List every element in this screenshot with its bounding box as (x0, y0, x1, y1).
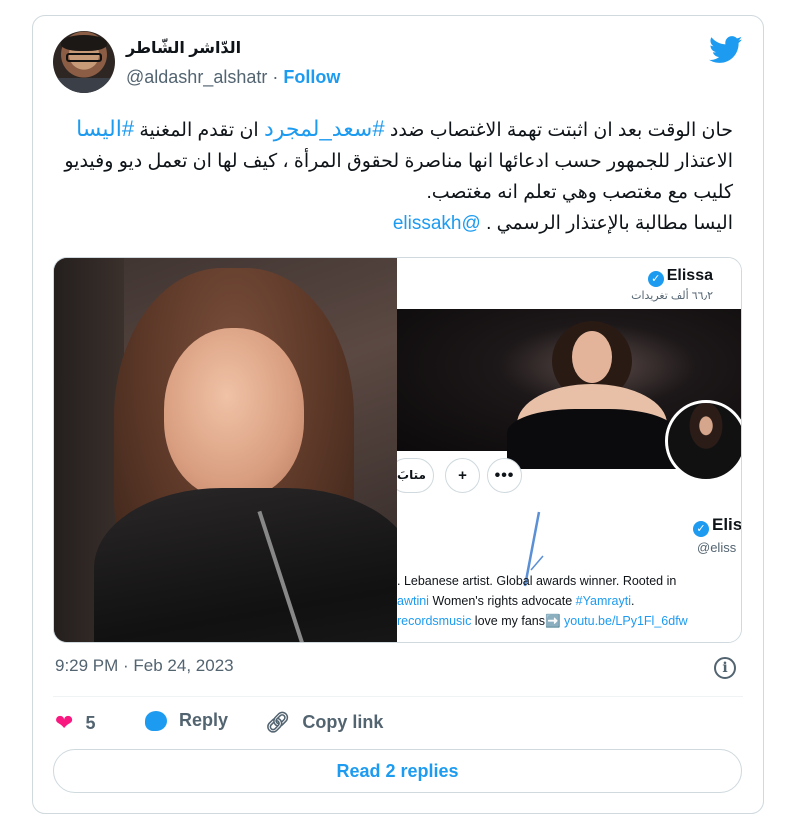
hashtag-link[interactable]: #اليسا (76, 116, 134, 141)
read-replies-button[interactable]: Read 2 replies (53, 749, 742, 793)
author-handle-row: @aldashr_alshatr · Follow (126, 67, 340, 88)
tweet-text-part: حان الوقت بعد ان اثبتت تهمة الاغتصاب ضدد (384, 120, 733, 141)
reply-label: Reply (179, 710, 229, 730)
hashtag-link[interactable]: #سعد_لمجرد (264, 116, 385, 141)
screenshot-profile-name: Elissa (666, 267, 713, 284)
tweet-text-part: الاعتذار للجمهور حسب ادعائها انها مناصرة… (64, 151, 733, 203)
screenshot-profile-picture (665, 400, 741, 482)
tweet-text-part: اليسا مطالبة بالإعتذار الرسمي . (480, 213, 733, 234)
like-button[interactable]: ❤ 5 (55, 710, 95, 736)
separator-dot: · (272, 67, 279, 87)
bio-hashtag: #Yamrayti (575, 594, 631, 608)
screenshot-handle: @eliss (697, 540, 737, 555)
bell-icon: + (445, 458, 480, 493)
photo-jacket-shape (94, 488, 397, 642)
reply-button[interactable]: Reply (145, 710, 228, 731)
banner-dress-shape (507, 409, 677, 469)
photo-couple[interactable] (54, 258, 397, 642)
screenshot-header-name: ✓ Elissa (647, 267, 713, 287)
screenshot-follow-button: متابَ (397, 458, 434, 493)
author-handle[interactable]: @aldashr_alshatr (126, 67, 267, 87)
bio-line: . Lebanese artist. Global awards winner.… (397, 574, 677, 588)
divider (53, 696, 743, 697)
bio-text: . (630, 594, 635, 608)
bio-text: love my fans (471, 614, 545, 628)
more-icon: ••• (487, 458, 522, 493)
banner-face-shape (572, 331, 612, 383)
info-icon[interactable]: i (714, 657, 736, 679)
bio-link: recordsmusic (397, 614, 472, 628)
avatar-hair (61, 35, 107, 51)
tweet-text-part: ان تقدم المغنية (139, 120, 264, 141)
media-grid: ✓ Elissa ٦٦٫٢ ألف تغريدات متابَ + ••• ✓ El… (53, 257, 742, 643)
avatar-glasses (66, 53, 102, 62)
verified-badge-icon: ✓ (693, 521, 709, 537)
tweet-timestamp[interactable]: 9:29 PM · Feb 24, 2023 (55, 656, 234, 676)
tweet-text: حان الوقت بعد ان اثبتت تهمة الاغتصاب ضدد… (57, 113, 733, 239)
profile-screenshot[interactable]: ✓ Elissa ٦٦٫٢ ألف تغريدات متابَ + ••• ✓ El… (397, 258, 742, 642)
photo-face-shape (164, 328, 304, 498)
bio-link: awtini (397, 594, 429, 608)
verified-badge-icon: ✓ (647, 271, 664, 287)
tweet-card: الدّاشر الشّاطر @aldashr_alshatr · Follo… (32, 15, 764, 814)
bio-url: ➡️ youtu.be/LPy1Fl_6dfw (544, 614, 688, 628)
bio-line: awtini Women's rights advocate #Yamrayti… (397, 591, 741, 611)
follow-button[interactable]: Follow (283, 67, 340, 87)
screenshot-bio: . Lebanese artist. Global awards winner.… (397, 571, 741, 631)
twitter-bird-icon[interactable] (709, 36, 743, 64)
mention-link[interactable]: @elissakh (393, 213, 481, 234)
screenshot-name-text: Elis (712, 515, 742, 534)
bio-text: Women's rights advocate (428, 594, 576, 608)
copy-link-button[interactable]: 🔗︎ Copy link (265, 710, 383, 735)
avatar-shirt (53, 78, 115, 93)
author-avatar[interactable] (53, 31, 115, 93)
copy-link-label: Copy link (302, 712, 384, 732)
reply-bubble-icon (145, 710, 167, 731)
link-icon: 🔗︎ (265, 712, 291, 734)
author-name[interactable]: الدّاشر الشّاطر (126, 38, 241, 58)
like-count: 5 (85, 712, 96, 733)
heart-icon: ❤ (55, 710, 74, 735)
screenshot-tweet-count: ٦٦٫٢ ألف تغريدات (631, 290, 713, 302)
screenshot-display-name: ✓ Elis (693, 515, 742, 537)
bio-line: recordsmusic love my fans➡️ youtu.be/LPy… (397, 611, 741, 631)
